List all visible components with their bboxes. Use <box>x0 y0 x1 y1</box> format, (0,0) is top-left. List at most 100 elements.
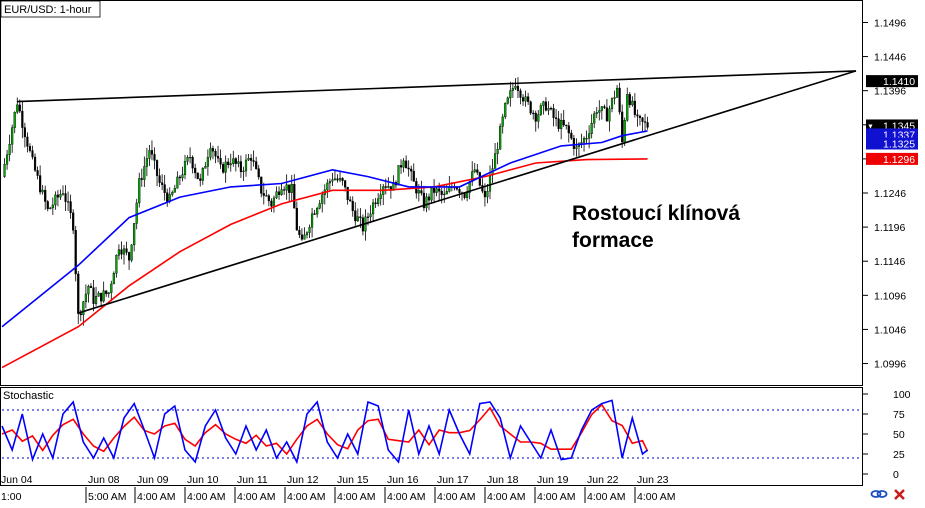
candle-body <box>153 154 156 161</box>
price-tick-label: 1.1446 <box>874 52 906 64</box>
candle-body <box>333 178 337 180</box>
candle-body <box>5 154 9 165</box>
candle-body <box>379 194 382 199</box>
time-label: 4:00 AM <box>137 491 176 503</box>
candle-body <box>3 164 6 177</box>
candle-body <box>33 156 37 171</box>
candle-body <box>643 121 647 123</box>
candle-body <box>344 180 347 188</box>
date-label: Jun 09 <box>137 474 169 486</box>
candle-body <box>72 212 75 231</box>
date-label: Jun 18 <box>487 474 519 486</box>
candle-body <box>549 108 553 110</box>
candle-body <box>397 165 400 186</box>
candle-body <box>283 189 286 191</box>
candle-body <box>486 191 489 198</box>
candle-body <box>582 138 586 143</box>
candle-body <box>97 292 100 297</box>
time-label: 4:00 AM <box>587 491 626 503</box>
candle-body <box>305 232 309 236</box>
candle-body <box>298 229 301 235</box>
candle-body <box>16 104 19 113</box>
candle-body <box>122 248 126 255</box>
candle-body <box>194 167 197 174</box>
candle-body <box>438 188 441 192</box>
time-label: 4:00 AM <box>487 491 526 503</box>
link-icon[interactable] <box>870 490 888 498</box>
candle-body <box>84 293 87 303</box>
candle-body <box>455 187 459 190</box>
candle-body <box>303 234 306 240</box>
candle-body <box>209 148 212 158</box>
candle-body <box>155 160 159 176</box>
candle-body <box>537 114 540 122</box>
candle-body <box>110 283 113 293</box>
time-label: 4:00 AM <box>437 491 476 503</box>
candle-body <box>59 194 62 198</box>
candle-body <box>610 98 614 109</box>
candle-body <box>501 116 504 127</box>
time-label: 4:00 AM <box>187 491 226 503</box>
candle-body <box>229 163 232 166</box>
candle-body <box>506 97 509 104</box>
candle-body <box>280 189 283 195</box>
pattern-annotation-line1: Rostoucí klínová <box>572 202 740 225</box>
price-tick-label: 1.1246 <box>874 188 906 200</box>
time-label: 4:00 AM <box>637 491 676 503</box>
candle-body <box>234 158 237 164</box>
candle-body <box>308 227 311 233</box>
candle-body <box>171 192 174 195</box>
candle-body <box>331 179 334 182</box>
candle-body <box>539 105 542 115</box>
candle-body <box>524 96 527 102</box>
candle-body <box>163 184 166 193</box>
candle-body <box>94 296 98 304</box>
candle-body <box>244 159 248 172</box>
candle-body <box>488 175 492 192</box>
candle-body <box>300 234 304 240</box>
candle-body <box>117 249 121 256</box>
candle-body <box>476 169 479 173</box>
price-tag-label: 1.1325 <box>883 138 915 150</box>
candle-body <box>646 122 649 128</box>
candle-body <box>51 204 54 209</box>
candle-body <box>133 223 136 246</box>
stochastic-tick-label: 0 <box>893 469 899 481</box>
candle-body <box>567 125 570 134</box>
candle-body <box>127 252 131 261</box>
candle-body <box>529 101 532 114</box>
candle-body <box>585 138 588 140</box>
candle-body <box>466 192 469 198</box>
candle-body <box>77 273 80 314</box>
candle-body <box>354 210 357 222</box>
date-label: Jun 11 <box>237 474 268 486</box>
date-label: Jun 10 <box>187 474 219 486</box>
candle-body <box>18 104 21 112</box>
candle-body <box>504 103 507 118</box>
candle-body <box>328 181 331 184</box>
candle-body <box>28 146 32 151</box>
candle-body <box>336 178 339 181</box>
candle-body <box>130 244 133 261</box>
candle-body <box>290 183 293 193</box>
candle-body <box>120 249 123 255</box>
candle-body <box>615 87 619 98</box>
pattern-annotation-line2: formace <box>572 229 654 252</box>
price-tick-label: 1.0996 <box>874 359 906 371</box>
candle-body <box>552 108 555 118</box>
candle-body <box>384 186 387 188</box>
stochastic-title: Stochastic <box>3 390 54 402</box>
candle-body <box>435 188 438 193</box>
candle-body <box>412 170 415 182</box>
candle-body <box>166 192 169 202</box>
close-icon[interactable] <box>894 489 905 500</box>
time-label: 4:00 AM <box>537 491 576 503</box>
candle-body <box>356 216 359 222</box>
candle-body <box>544 101 548 111</box>
time-label: 5:00 AM <box>88 491 127 503</box>
candle-body <box>427 196 431 201</box>
candle-body <box>188 156 192 159</box>
candle-body <box>295 207 298 231</box>
candle-body <box>54 194 57 206</box>
candle-body <box>222 164 225 173</box>
